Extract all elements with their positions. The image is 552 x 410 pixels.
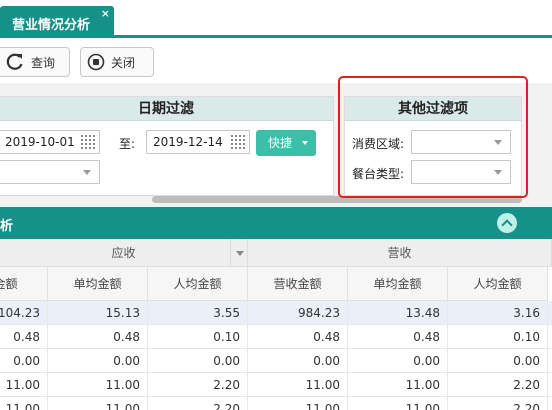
table-cell: 0.00 <box>448 349 548 373</box>
table-cell: 15.13 <box>48 301 148 325</box>
column-header[interactable]: 人均金额 <box>448 267 548 301</box>
table-cell: 0.48 <box>0 325 48 349</box>
table-cell: 11.00 <box>48 373 148 397</box>
table-cell: 0.00 <box>348 349 448 373</box>
calendar-icon[interactable] <box>231 135 245 149</box>
table-cell: 11.00 <box>348 373 448 397</box>
group-header-receivable: 应收 <box>0 239 248 267</box>
table-cell: 984.23 <box>248 301 348 325</box>
table-cell: 0.48 <box>48 325 148 349</box>
end-date-value: 2019-12-14 <box>153 135 223 149</box>
table-cell: 11.00 <box>48 397 148 410</box>
table-cell: 2.20 <box>148 373 248 397</box>
collapse-up-icon[interactable] <box>497 213 517 233</box>
data-grid: 应收 营收 金额 单均金额 人均金额 营收金额 单均金额 人均金额 104.23… <box>0 239 552 410</box>
group-label: 应收 <box>111 246 136 260</box>
tab-business-analysis[interactable]: 营业情况分析 × <box>0 6 114 38</box>
table-cell: 3.16 <box>448 301 548 325</box>
table-cell: 11.00 <box>248 373 348 397</box>
tab-title: 营业情况分析 <box>12 18 91 33</box>
tab-bar: 营业情况分析 × <box>0 0 552 38</box>
column-menu-icon[interactable] <box>230 239 248 267</box>
table-cell: 11.00 <box>0 397 48 410</box>
table-cell: 0.10 <box>148 325 248 349</box>
table-cell: 0.48 <box>348 325 448 349</box>
table-cell: 0.48 <box>248 325 348 349</box>
close-icon[interactable]: × <box>101 7 110 20</box>
start-date-input[interactable]: 2019-10-01 <box>0 130 100 154</box>
close-label: 关闭 <box>111 55 136 70</box>
table-cell: 0.10 <box>448 325 548 349</box>
table-row[interactable]: 11.00 11.00 2.20 11.00 11.00 2.20 <box>0 373 552 397</box>
table-cell: 11.00 <box>248 397 348 410</box>
highlight-annotation-box <box>338 76 528 198</box>
table-cell: 3.55 <box>148 301 248 325</box>
table-row[interactable]: 0.48 0.48 0.10 0.48 0.48 0.10 <box>0 325 552 349</box>
table-cell: 2.20 <box>148 397 248 410</box>
table-cell: 104.23 <box>0 301 48 325</box>
quick-select-button[interactable]: 快捷 <box>256 130 316 156</box>
date-extra-select[interactable] <box>0 160 100 184</box>
query-button[interactable]: 查询 <box>0 47 70 77</box>
stop-circle-icon <box>87 53 105 71</box>
to-label: 至: <box>119 137 136 151</box>
column-header[interactable]: 单均金额 <box>348 267 448 301</box>
table-cell: 0.00 <box>148 349 248 373</box>
chevron-down-icon <box>83 170 91 175</box>
table-row[interactable]: 0.00 0.00 0.00 0.00 0.00 0.00 <box>0 349 552 373</box>
query-label: 查询 <box>31 55 56 70</box>
table-cell: 2.20 <box>448 397 548 410</box>
refresh-icon <box>6 53 23 70</box>
column-header[interactable]: 金额 <box>0 267 48 301</box>
group-header-revenue: 营收 <box>248 239 552 267</box>
column-header[interactable]: 营收金额 <box>248 267 348 301</box>
end-date-input[interactable]: 2019-12-14 <box>146 130 250 154</box>
table-cell: 0.00 <box>248 349 348 373</box>
chevron-down-icon <box>302 141 308 145</box>
table-cell: 2.20 <box>448 373 548 397</box>
table-cell: 0.00 <box>0 349 48 373</box>
table-cell: 11.00 <box>0 373 48 397</box>
table-cell: 13.48 <box>348 301 448 325</box>
date-filter-title: 日期过滤 <box>0 97 333 121</box>
table-row[interactable]: 11.00 11.00 2.20 11.00 11.00 2.20 <box>0 397 552 410</box>
section-title: 析 <box>0 219 14 234</box>
analysis-section-header: 析 <box>0 207 552 239</box>
group-label: 营收 <box>387 246 412 260</box>
table-row[interactable]: 104.23 15.13 3.55 984.23 13.48 3.16 <box>0 301 552 325</box>
table-cell: 11.00 <box>348 397 448 410</box>
start-date-value: 2019-10-01 <box>5 135 75 149</box>
quick-label: 快捷 <box>268 136 293 150</box>
column-header[interactable]: 单均金额 <box>48 267 148 301</box>
table-cell: 0.00 <box>48 349 148 373</box>
calendar-icon[interactable] <box>81 135 95 149</box>
close-button[interactable]: 关闭 <box>80 47 154 77</box>
column-header[interactable]: 人均金额 <box>148 267 248 301</box>
